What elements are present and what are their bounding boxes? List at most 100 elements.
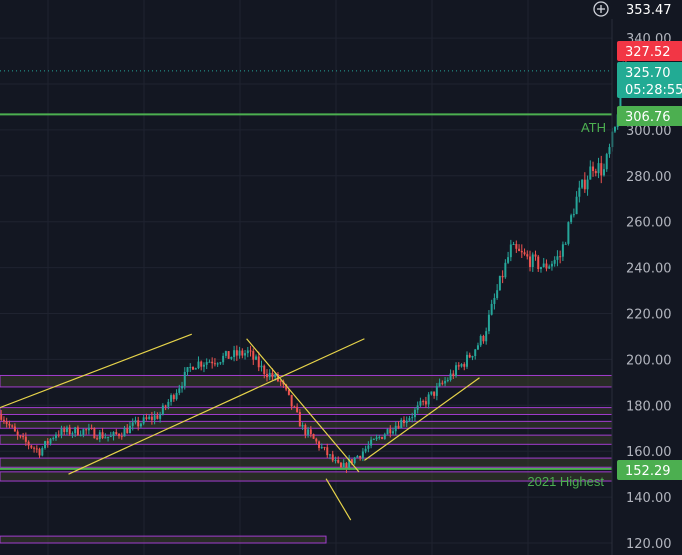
candle-body xyxy=(235,350,238,356)
candle-body xyxy=(46,441,49,444)
highest-2021-label: 2021 Highest xyxy=(527,474,604,489)
candle-body xyxy=(498,275,501,291)
candle-body xyxy=(416,405,419,410)
candle-body xyxy=(161,405,164,415)
candle-body xyxy=(101,432,104,439)
candle-body xyxy=(364,448,367,452)
candle-body xyxy=(383,434,386,439)
candle-body xyxy=(550,263,553,267)
crosshair-price: 353.47 xyxy=(626,3,672,18)
candle-body xyxy=(268,372,271,378)
candle-body xyxy=(474,349,477,357)
candle-body xyxy=(200,361,203,367)
candle-body xyxy=(419,401,422,406)
candle-body xyxy=(153,415,156,420)
candle-body xyxy=(605,154,608,170)
candle-body xyxy=(192,367,194,370)
candle-body xyxy=(561,244,564,257)
candle-body xyxy=(279,381,282,383)
candle-body xyxy=(170,395,173,402)
candle-body xyxy=(159,414,162,419)
candle-body xyxy=(271,372,274,378)
candle-body xyxy=(79,435,82,437)
candle-body xyxy=(457,365,460,367)
candle-body xyxy=(444,380,447,384)
last-price-tag-text: 325.70 xyxy=(625,66,671,81)
candle-body xyxy=(71,433,74,435)
candle-body xyxy=(156,415,159,419)
candle-body xyxy=(5,421,8,424)
candle-body xyxy=(307,429,310,435)
y-tick-label: 120.00 xyxy=(626,537,672,552)
y-tick-label: 180.00 xyxy=(626,399,672,414)
highest-2021-level-tag-text: 152.29 xyxy=(625,464,671,479)
support-resistance-zone xyxy=(0,434,613,445)
candle-body xyxy=(263,365,266,375)
candle-body xyxy=(405,420,408,424)
candle-body xyxy=(194,368,197,370)
candle-body xyxy=(446,380,449,382)
candle-body xyxy=(181,385,184,389)
candle-body xyxy=(600,163,603,176)
candle-body xyxy=(501,275,504,278)
candle-body xyxy=(381,436,384,439)
candle-body xyxy=(329,454,331,456)
candle-body xyxy=(594,170,597,174)
candle-body xyxy=(189,367,192,369)
candle-body xyxy=(265,374,268,378)
candle-body xyxy=(592,166,595,171)
candle-body xyxy=(487,314,490,332)
candle-body xyxy=(559,256,562,258)
candle-body xyxy=(392,431,395,434)
support-resistance-zone xyxy=(0,535,327,544)
candle-body xyxy=(427,394,430,405)
candle-body xyxy=(274,374,277,378)
candle-body xyxy=(567,222,570,244)
candle-body xyxy=(397,425,400,429)
candle-body xyxy=(575,196,578,215)
candle-body xyxy=(315,438,318,442)
candle-body xyxy=(520,250,523,253)
candle-body xyxy=(123,428,126,437)
candle-body xyxy=(479,335,482,346)
candle-body xyxy=(290,394,293,407)
candle-body xyxy=(603,169,605,176)
candle-body xyxy=(342,463,345,468)
candle-body xyxy=(389,429,392,434)
candle-body xyxy=(466,354,468,367)
candle-body xyxy=(172,395,175,400)
candle-body xyxy=(52,438,55,440)
candle-body xyxy=(539,267,542,269)
candle-body xyxy=(27,441,30,446)
candle-body xyxy=(33,447,36,449)
candle-body xyxy=(304,425,307,435)
candle-body xyxy=(586,179,589,190)
candle-body xyxy=(583,179,586,190)
candle-body xyxy=(175,392,178,400)
candle-body xyxy=(298,412,301,427)
candle-body xyxy=(413,409,416,418)
crosshair-price-readout[interactable]: 353.47 xyxy=(590,0,682,19)
y-tick-label: 300.00 xyxy=(626,124,672,139)
candle-body xyxy=(608,147,611,155)
candle-body xyxy=(460,364,463,367)
candle-body xyxy=(74,427,77,434)
candle-body xyxy=(120,436,123,438)
candle-body xyxy=(490,303,493,315)
candle-body xyxy=(367,445,370,449)
candle-body xyxy=(22,436,25,438)
candle-body xyxy=(463,364,466,367)
candle-body xyxy=(93,428,96,439)
candle-body xyxy=(167,401,170,407)
candle-body xyxy=(8,423,11,426)
candle-body xyxy=(564,243,567,245)
candle-body xyxy=(548,266,551,269)
candle-body xyxy=(424,401,427,405)
price-chart[interactable]: 120.00 140.00 160.00 180.00 200.00 220.00 240.… xyxy=(0,0,682,555)
candle-body xyxy=(142,417,145,424)
candle-body xyxy=(219,362,222,364)
y-tick-label: 200.00 xyxy=(626,353,672,368)
candle-body xyxy=(76,427,79,436)
candle-body xyxy=(581,179,584,188)
candle-body xyxy=(44,441,47,449)
